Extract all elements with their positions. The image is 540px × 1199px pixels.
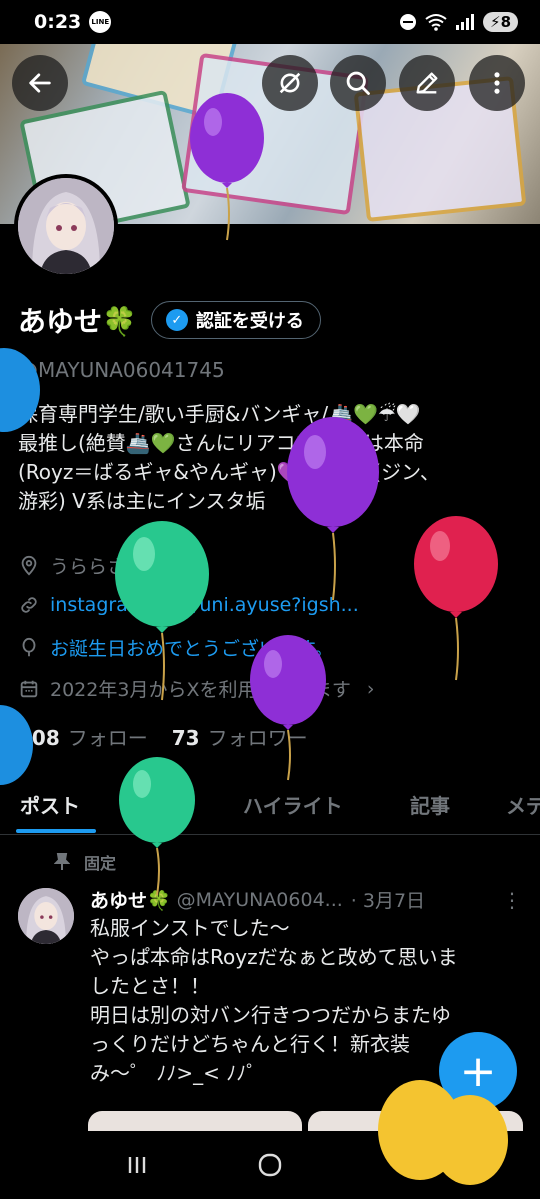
post-author-handle: @MAYUNA0604... <box>176 888 343 911</box>
battery-level: 8 <box>500 13 511 31</box>
following-link[interactable]: 308 フォロー <box>18 722 148 751</box>
website-row: instagram.com/uni.ayuse?igsh... <box>18 594 359 616</box>
profile-bio: 保育専門学生/歌い手厨&バンギャ/🚢💚☔🤍 最推し(絶賛🚢💚さんにリアコ中)/V… <box>18 400 523 516</box>
post-line: 私服インストでした〜 <box>90 916 290 940</box>
location-row: うららさんの隣 <box>18 552 183 579</box>
profile-handle: @MAYUNA06041745 <box>18 358 225 382</box>
balloon-red <box>414 516 498 681</box>
verified-check-icon: ✓ <box>165 309 188 331</box>
post-date: · 3月7日 <box>350 890 426 912</box>
post-line: 明日は別の対バン行きつつだからまたゆ <box>90 1003 451 1027</box>
birthday-row: お誕生日おめでとうございます。 <box>18 634 333 661</box>
website-link[interactable]: instagram.com/uni.ayuse?igsh... <box>50 594 359 616</box>
name-row: あゆせ🍀 ✓ 認証を受ける <box>18 300 321 340</box>
tab-articles[interactable]: 記事 <box>410 780 450 819</box>
tab-media[interactable]: メデ <box>506 780 540 819</box>
bio-line: 游彩) V系は主にインスタ垢 <box>18 489 266 513</box>
display-name: あゆせ🍀 <box>18 305 137 338</box>
bio-line: 保育専門学生/歌い手厨&バンギャ/🚢💚☔🤍 <box>18 402 421 426</box>
followers-link[interactable]: 73 フォロワー <box>172 722 308 751</box>
edit-profile-button[interactable] <box>399 55 455 111</box>
followers-label: フォロワー <box>207 726 308 750</box>
avatar-illustration <box>18 888 74 944</box>
active-tab-indicator <box>16 829 96 833</box>
compose-post-button[interactable]: + <box>439 1032 517 1110</box>
no-data-icon <box>279 72 301 94</box>
balloon-icon <box>22 637 36 656</box>
joined-row[interactable]: 2022年3月からXを利用しています › <box>18 675 375 702</box>
bio-line: (Royz＝ばるギャ&やんギャ)💜💜/神盤(ジン、 <box>18 460 440 484</box>
wifi-icon <box>425 14 447 31</box>
dnd-icon <box>400 14 417 30</box>
get-verified-button[interactable]: ✓ 認証を受ける <box>150 301 321 339</box>
following-label: フォロー <box>67 726 148 750</box>
battery-indicator: ⚡8 <box>483 12 518 32</box>
post-header: あゆせ🍀 @MAYUNA0604... · 3月7日 ⋮ <box>90 886 522 913</box>
joined-text: 2022年3月からXを利用しています <box>50 679 351 701</box>
tab-highlights[interactable]: ハイライト <box>243 780 343 819</box>
post-line: やっぱ本命はRoyzだなぁと改めて思いま <box>90 945 458 969</box>
search-icon <box>346 71 370 95</box>
back-arrow-icon <box>29 73 51 93</box>
status-indicators: ⚡8 <box>399 12 518 32</box>
profile-avatar[interactable] <box>14 174 118 278</box>
home-icon[interactable] <box>255 1150 285 1180</box>
profile-tabs: ポスト 返信 ハイライト 記事 メデ <box>0 780 540 835</box>
hide-media-button[interactable] <box>262 55 318 111</box>
pinned-indicator: 固定 <box>54 850 116 874</box>
back-button[interactable] <box>12 55 68 111</box>
signal-icon <box>456 14 475 30</box>
tab-replies[interactable]: 返信 <box>146 780 186 819</box>
location-text: うららさんの隣 <box>50 556 184 578</box>
pin-icon <box>54 853 70 870</box>
avatar-illustration <box>18 178 114 274</box>
more-vertical-icon <box>494 72 500 94</box>
birthday-text[interactable]: お誕生日おめでとうございます。 <box>50 634 333 661</box>
edit-pencil-icon <box>416 72 438 94</box>
post-author-name[interactable]: あゆせ🍀 <box>90 886 171 913</box>
search-button[interactable] <box>330 55 386 111</box>
calendar-icon <box>20 680 38 697</box>
more-options-button[interactable] <box>469 55 525 111</box>
pinned-label: 固定 <box>84 854 117 873</box>
recent-apps-icon[interactable] <box>122 1150 152 1180</box>
post-more-icon[interactable]: ⋮ <box>502 888 522 912</box>
system-navigation-bar <box>0 1131 540 1199</box>
status-time: 0:23 <box>34 11 82 33</box>
bio-line: 最推し(絶賛🚢💚さんにリアコ中)/V系は本命 <box>18 431 424 455</box>
back-icon[interactable] <box>388 1150 418 1180</box>
chevron-right-icon: › <box>366 677 375 700</box>
status-bar: 0:23 LINE ⚡8 <box>0 0 540 44</box>
followers-count: 73 <box>171 726 200 750</box>
follow-counts: 308 フォロー 73 フォロワー <box>18 722 308 751</box>
tab-posts[interactable]: ポスト <box>20 780 80 819</box>
get-verified-label: 認証を受ける <box>195 311 304 332</box>
post-line: したとさ！！ <box>90 974 210 998</box>
line-notification-icon: LINE <box>89 11 112 33</box>
link-icon <box>21 597 37 613</box>
following-count: 308 <box>18 726 60 750</box>
location-pin-icon <box>21 555 37 576</box>
post-author-avatar[interactable] <box>18 888 74 944</box>
